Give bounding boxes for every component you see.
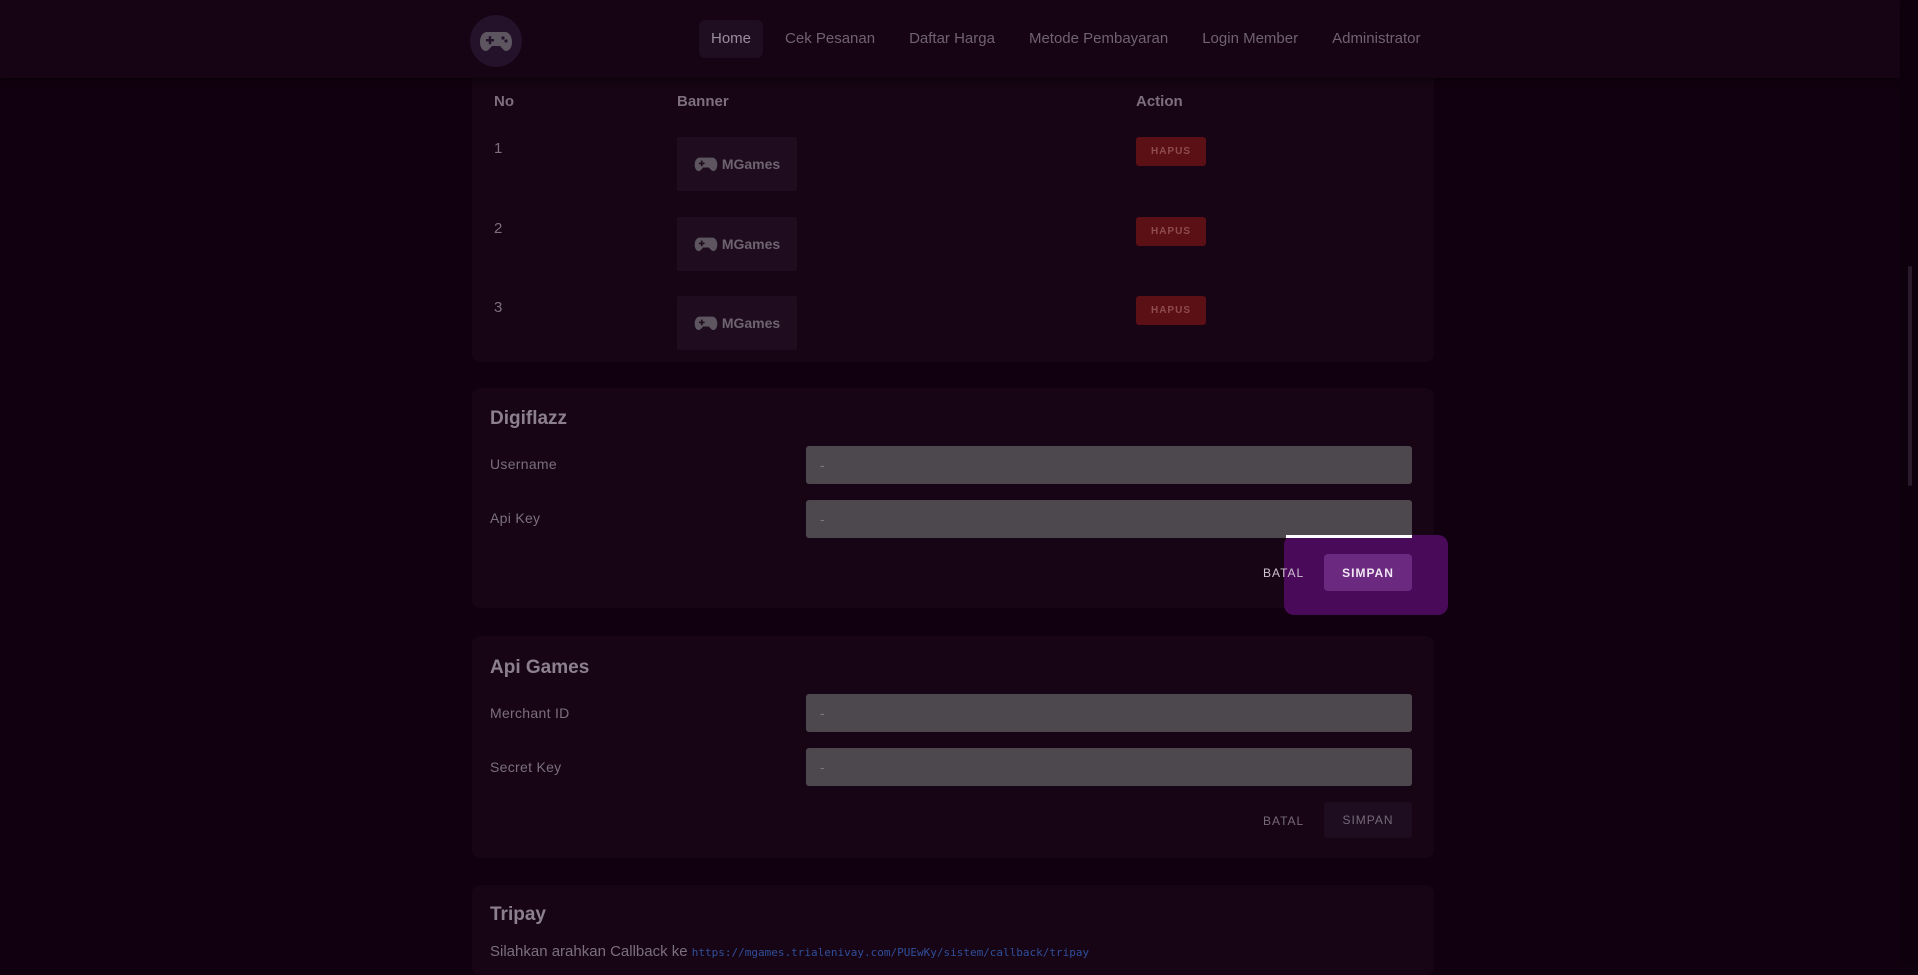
banner-label: MGames (721, 236, 781, 252)
header-no: No (494, 93, 514, 110)
callback-url-link[interactable]: https://mgames.trialenivay.com/PUEwKy/si… (692, 946, 1089, 959)
username-input[interactable]: - (806, 446, 1412, 484)
simpan-button[interactable]: SIMPAN (1324, 802, 1412, 838)
gamepad-icon (694, 237, 718, 252)
gamepad-icon (694, 316, 718, 331)
simpan-button[interactable]: SIMPAN (1324, 554, 1412, 591)
nav-links: Home Cek Pesanan Daftar Harga Metode Pem… (699, 20, 1442, 58)
scrollbar-thumb[interactable] (1908, 266, 1912, 486)
secret-key-input[interactable]: - (806, 748, 1412, 786)
nav-home[interactable]: Home (699, 20, 764, 58)
banner-image: MGames (677, 296, 797, 350)
section-title-tripay: Tripay (490, 904, 546, 925)
tripay-callback-text: Silahkan arahkan Callback ke https://mga… (490, 943, 1089, 960)
gamepad-icon (480, 32, 512, 51)
hapus-button[interactable]: HAPUS (1136, 296, 1206, 325)
apikey-label: Api Key (490, 510, 541, 526)
top-navbar: Home Cek Pesanan Daftar Harga Metode Pem… (0, 0, 1900, 78)
gamepad-icon (694, 157, 718, 172)
logo[interactable] (470, 15, 522, 67)
merchant-id-input[interactable]: - (806, 694, 1412, 732)
banner-image: MGames (677, 137, 797, 191)
row-number: 2 (494, 220, 503, 237)
header-action: Action (1136, 93, 1183, 110)
focus-underline (1286, 535, 1412, 538)
secret-key-label: Secret Key (490, 759, 562, 775)
banner-label: MGames (721, 156, 781, 172)
nav-daftar-harga[interactable]: Daftar Harga (897, 20, 1007, 58)
merchant-id-label: Merchant ID (490, 705, 570, 721)
username-label: Username (490, 456, 557, 472)
section-title-apigames: Api Games (490, 657, 590, 678)
tripay-card (472, 885, 1434, 975)
banner-label: MGames (721, 315, 781, 331)
hapus-button[interactable]: HAPUS (1136, 217, 1206, 246)
row-number: 3 (494, 299, 503, 316)
nav-administrator[interactable]: Administrator (1320, 20, 1432, 58)
batal-button[interactable]: BATAL (1263, 566, 1304, 580)
apikey-input[interactable]: - (806, 500, 1412, 538)
header-banner: Banner (677, 93, 729, 110)
hapus-button[interactable]: HAPUS (1136, 137, 1206, 166)
nav-login-member[interactable]: Login Member (1190, 20, 1310, 58)
section-title-digiflazz: Digiflazz (490, 408, 568, 429)
nav-cek-pesanan[interactable]: Cek Pesanan (773, 20, 887, 58)
callback-instruction: Silahkan arahkan Callback ke (490, 943, 692, 960)
banner-table-card (472, 70, 1434, 362)
banner-image: MGames (677, 217, 797, 271)
batal-button[interactable]: BATAL (1263, 814, 1304, 828)
row-number: 1 (494, 140, 503, 157)
nav-metode-pembayaran[interactable]: Metode Pembayaran (1017, 20, 1180, 58)
